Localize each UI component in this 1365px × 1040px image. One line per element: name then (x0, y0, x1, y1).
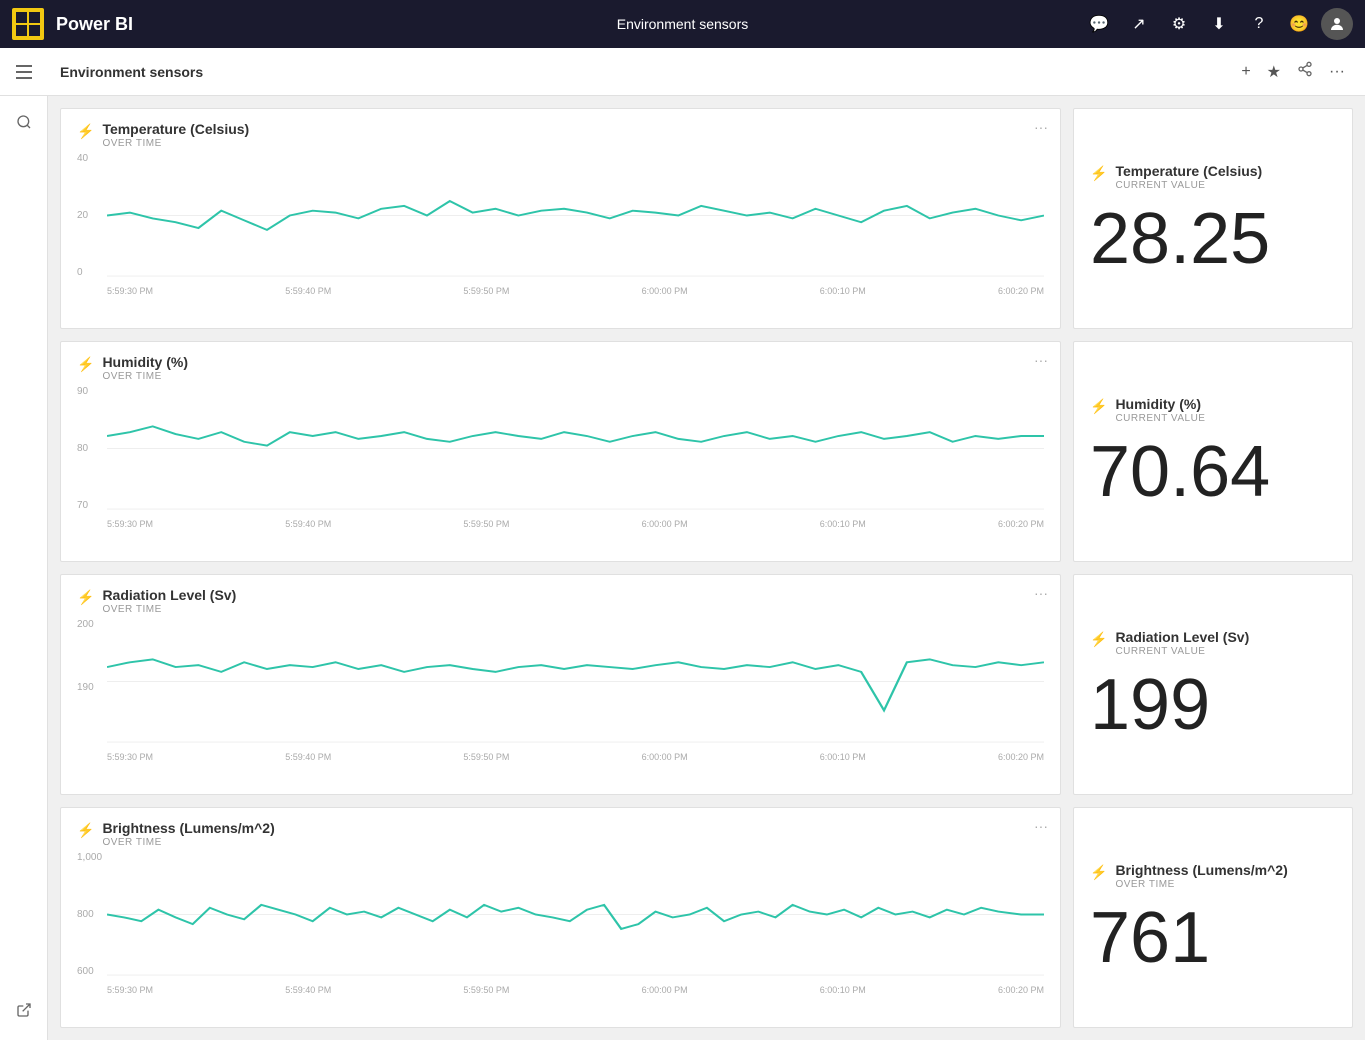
bolt-icon: ⚡ (1090, 398, 1107, 415)
feedback-icon[interactable]: 😊 (1281, 6, 1317, 42)
radiation-over-time-subtitle: OVER TIME (102, 604, 236, 615)
comment-icon[interactable]: 💬 (1081, 6, 1117, 42)
temperature-current-subtitle: CURRENT VALUE (1115, 180, 1262, 191)
radiation-y-labels: 200 190 (77, 619, 105, 744)
radiation-over-time-title: Radiation Level (Sv) (102, 587, 236, 603)
brightness-chart-area: 1,000 800 600 5:59:30 PM 5:59:40 PM 5:59… (77, 852, 1044, 997)
card-more-icon[interactable]: ··· (1034, 352, 1048, 368)
humidity-line-chart (107, 386, 1044, 511)
brightness-over-time-subtitle: OVER TIME (102, 837, 274, 848)
radiation-over-time-card: ⚡ Radiation Level (Sv) OVER TIME ··· 200… (60, 574, 1061, 795)
nav-icon-group: 💬 ↗ ⚙ ⬇ ? 😊 (1081, 6, 1353, 42)
card-more-icon[interactable]: ··· (1034, 818, 1048, 834)
temperature-y-labels: 40 20 0 (77, 153, 105, 278)
humidity-current-title: Humidity (%) (1115, 396, 1205, 412)
page-name-center: Environment sensors (617, 16, 749, 32)
temperature-x-labels: 5:59:30 PM 5:59:40 PM 5:59:50 PM 6:00:00… (107, 286, 1044, 296)
top-navigation: Power BI Environment sensors 💬 ↗ ⚙ ⬇ ? 😊 (0, 0, 1365, 48)
humidity-chart-area: 90 80 70 5:59:30 PM 5:59:40 PM 5:59:50 P… (77, 386, 1044, 531)
temperature-over-time-subtitle: OVER TIME (102, 138, 249, 149)
app-launcher-button[interactable] (12, 8, 44, 40)
temperature-current-title: Temperature (Celsius) (1115, 163, 1262, 179)
temperature-current-card: ⚡ Temperature (Celsius) CURRENT VALUE 28… (1073, 108, 1353, 329)
humidity-x-labels: 5:59:30 PM 5:59:40 PM 5:59:50 PM 6:00:00… (107, 519, 1044, 529)
temperature-current-value: 28.25 (1090, 203, 1270, 275)
temperature-line-chart (107, 153, 1044, 278)
card-header: ⚡ Brightness (Lumens/m^2) OVER TIME (1090, 862, 1288, 890)
card-header: ⚡ Radiation Level (Sv) OVER TIME (77, 587, 1044, 615)
brightness-current-value: 761 (1090, 902, 1210, 974)
radiation-current-card: ⚡ Radiation Level (Sv) CURRENT VALUE 199 (1073, 574, 1353, 795)
radiation-chart-wrapper: 5:59:30 PM 5:59:40 PM 5:59:50 PM 6:00:00… (107, 619, 1044, 744)
bolt-icon: ⚡ (1090, 864, 1107, 881)
sidebar-bottom (6, 992, 42, 1028)
user-avatar[interactable] (1321, 8, 1353, 40)
main-layout: ⚡ Temperature (Celsius) OVER TIME ··· 40… (0, 96, 1365, 1040)
favorite-button[interactable]: ★ (1263, 58, 1285, 86)
share-dashboard-button[interactable] (1293, 57, 1317, 86)
temperature-over-time-title: Temperature (Celsius) (102, 121, 249, 137)
temperature-over-time-card: ⚡ Temperature (Celsius) OVER TIME ··· 40… (60, 108, 1061, 329)
humidity-current-card: ⚡ Humidity (%) CURRENT VALUE 70.64 (1073, 341, 1353, 562)
card-header: ⚡ Temperature (Celsius) CURRENT VALUE (1090, 163, 1262, 191)
card-more-icon[interactable]: ··· (1034, 119, 1048, 135)
card-header: ⚡ Humidity (%) OVER TIME (77, 354, 1044, 382)
humidity-over-time-title: Humidity (%) (102, 354, 188, 370)
temperature-chart-wrapper: 5:59:30 PM 5:59:40 PM 5:59:50 PM 6:00:00… (107, 153, 1044, 278)
more-options-button[interactable]: ··· (1325, 59, 1349, 85)
brightness-y-labels: 1,000 800 600 (77, 852, 105, 977)
brightness-over-time-title: Brightness (Lumens/m^2) (102, 820, 274, 836)
download-icon[interactable]: ⬇ (1201, 6, 1237, 42)
card-more-icon[interactable]: ··· (1034, 585, 1048, 601)
app-title: Power BI (56, 14, 1069, 35)
radiation-current-value: 199 (1090, 669, 1210, 741)
humidity-current-subtitle: CURRENT VALUE (1115, 413, 1205, 424)
humidity-over-time-subtitle: OVER TIME (102, 371, 188, 382)
page-title: Environment sensors (60, 64, 1237, 80)
bolt-icon: ⚡ (77, 589, 94, 606)
bolt-icon: ⚡ (77, 822, 94, 839)
card-header: ⚡ Brightness (Lumens/m^2) OVER TIME (77, 820, 1044, 848)
card-header: ⚡ Radiation Level (Sv) CURRENT VALUE (1090, 629, 1249, 657)
radiation-line-chart (107, 619, 1044, 744)
bolt-icon: ⚡ (1090, 165, 1107, 182)
menu-icon[interactable] (16, 56, 48, 88)
brightness-line-chart (107, 852, 1044, 977)
humidity-over-time-card: ⚡ Humidity (%) OVER TIME ··· 90 80 70 (60, 341, 1061, 562)
temperature-chart-area: 40 20 0 5:59:30 PM 5:59:40 PM 5:59:50 PM… (77, 153, 1044, 298)
brightness-current-title: Brightness (Lumens/m^2) (1115, 862, 1287, 878)
radiation-x-labels: 5:59:30 PM 5:59:40 PM 5:59:50 PM 6:00:00… (107, 752, 1044, 762)
humidity-chart-wrapper: 5:59:30 PM 5:59:40 PM 5:59:50 PM 6:00:00… (107, 386, 1044, 511)
sidebar-search-icon[interactable] (6, 104, 42, 140)
settings-icon[interactable]: ⚙ (1161, 6, 1197, 42)
brightness-current-subtitle: OVER TIME (1115, 879, 1287, 890)
dashboard: ⚡ Temperature (Celsius) OVER TIME ··· 40… (48, 96, 1365, 1040)
sub-header: Environment sensors + ★ ··· (0, 48, 1365, 96)
brightness-current-card: ⚡ Brightness (Lumens/m^2) OVER TIME 761 (1073, 807, 1353, 1028)
bolt-icon: ⚡ (77, 123, 94, 140)
sidebar-external-icon[interactable] (6, 992, 42, 1028)
humidity-y-labels: 90 80 70 (77, 386, 105, 511)
sidebar (0, 96, 48, 1040)
help-icon[interactable]: ? (1241, 6, 1277, 42)
radiation-current-subtitle: CURRENT VALUE (1115, 646, 1249, 657)
radiation-current-title: Radiation Level (Sv) (1115, 629, 1249, 645)
brightness-x-labels: 5:59:30 PM 5:59:40 PM 5:59:50 PM 6:00:00… (107, 985, 1044, 995)
card-header: ⚡ Humidity (%) CURRENT VALUE (1090, 396, 1205, 424)
share-icon[interactable]: ↗ (1121, 6, 1157, 42)
brightness-chart-wrapper: 5:59:30 PM 5:59:40 PM 5:59:50 PM 6:00:00… (107, 852, 1044, 977)
humidity-current-value: 70.64 (1090, 436, 1270, 508)
brightness-over-time-card: ⚡ Brightness (Lumens/m^2) OVER TIME ··· … (60, 807, 1061, 1028)
bolt-icon: ⚡ (1090, 631, 1107, 648)
bolt-icon: ⚡ (77, 356, 94, 373)
radiation-chart-area: 200 190 5:59:30 PM 5:59:40 PM 5:59:50 PM (77, 619, 1044, 764)
card-header: ⚡ Temperature (Celsius) OVER TIME (77, 121, 1044, 149)
add-button[interactable]: + (1237, 59, 1254, 85)
subheader-actions: + ★ ··· (1237, 57, 1349, 86)
